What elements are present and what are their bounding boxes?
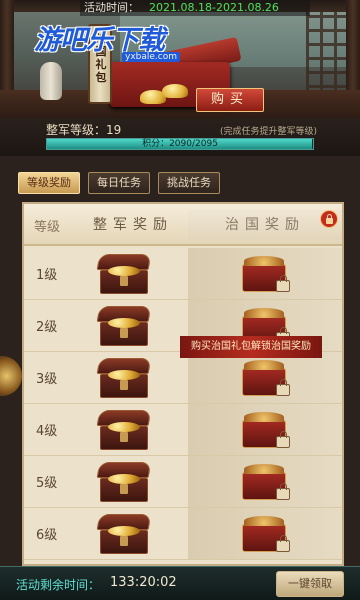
padlock-icon <box>276 431 290 448</box>
locked-gift-box-icon[interactable] <box>240 514 290 554</box>
column-army-rewards: 整军奖励 <box>93 217 173 233</box>
row-level: 4级 <box>36 424 58 439</box>
row-level: 1级 <box>36 268 58 283</box>
treasure-chest-icon[interactable] <box>96 410 152 450</box>
watermark-url: yxbale.com <box>122 52 181 62</box>
header-scene: 治国礼包 活动时间： 2021.08.18-2021.08.26 游吧乐下载 yx… <box>0 0 360 118</box>
event-label: 活动时间： <box>84 1 139 14</box>
locked-gift-box-icon[interactable] <box>240 254 290 294</box>
reward-board: 等级 整军奖励 治国奖励 1级 2级 3级 4级 5级 6级 <box>22 202 344 566</box>
claim-all-button[interactable]: 一键领取 <box>276 571 344 597</box>
row-level: 3级 <box>36 372 58 387</box>
table-row: 6级 <box>24 508 342 560</box>
padlock-icon <box>276 379 290 396</box>
table-row: 4级 <box>24 404 342 456</box>
remaining-time-value: 133:20:02 <box>110 575 177 590</box>
event-time-bar: 活动时间： 2021.08.18-2021.08.26 <box>80 0 310 16</box>
tab-level-rewards[interactable]: 等级奖励 <box>18 172 80 194</box>
tab-challenge-tasks[interactable]: 挑战任务 <box>158 172 220 194</box>
column-governance-rewards: 治国奖励 <box>188 210 342 240</box>
vase-icon <box>40 62 62 100</box>
gold-ingot-icon <box>162 84 188 98</box>
tab-daily-tasks[interactable]: 每日任务 <box>88 172 150 194</box>
table-row: 5级 <box>24 456 342 508</box>
reward-rows: 1级 2级 3级 4级 5级 6级 <box>24 248 342 560</box>
army-level-label: 整军等级：19 <box>46 123 122 137</box>
locked-gift-box-icon[interactable] <box>240 410 290 450</box>
column-level: 等级 <box>34 220 61 235</box>
row-level: 5级 <box>36 476 58 491</box>
treasure-chest-icon[interactable] <box>96 462 152 502</box>
locked-gift-box-icon[interactable] <box>240 358 290 398</box>
locked-gift-box-icon[interactable] <box>240 462 290 502</box>
points-text: 积分：2090/2095 <box>142 139 218 149</box>
padlock-icon <box>276 275 290 292</box>
treasure-chest-icon[interactable] <box>96 514 152 554</box>
lock-icon <box>320 210 338 228</box>
padlock-icon <box>276 483 290 500</box>
points-progress-bar: 积分：2090/2095 <box>46 138 314 150</box>
board-header: 等级 整军奖励 治国奖励 <box>24 204 342 246</box>
buy-button[interactable]: 购买 <box>196 88 264 112</box>
window-lattice <box>306 12 346 102</box>
footer-bar: 活动剩余时间： 133:20:02 一键领取 <box>0 566 360 600</box>
treasure-chest-icon[interactable] <box>96 254 152 294</box>
table-row: 3级 <box>24 352 342 404</box>
remaining-time-label: 活动剩余时间： <box>16 578 101 592</box>
event-dates: 2021.08.18-2021.08.26 <box>149 1 279 14</box>
unlock-governance-banner[interactable]: 购买治国礼包解锁治国奖励 <box>180 336 322 358</box>
row-level: 2级 <box>36 320 58 335</box>
row-level: 6级 <box>36 528 58 543</box>
table-row: 1级 <box>24 248 342 300</box>
level-hint: (完成任务提升整军等级) <box>220 127 318 137</box>
level-bar: 整军等级：19 (完成任务提升整军等级) 积分：2090/2095 <box>0 118 360 156</box>
padlock-icon <box>276 535 290 552</box>
treasure-chest-icon[interactable] <box>96 358 152 398</box>
tab-bar: 等级奖励 每日任务 挑战任务 <box>18 172 220 196</box>
treasure-chest-icon[interactable] <box>96 306 152 346</box>
